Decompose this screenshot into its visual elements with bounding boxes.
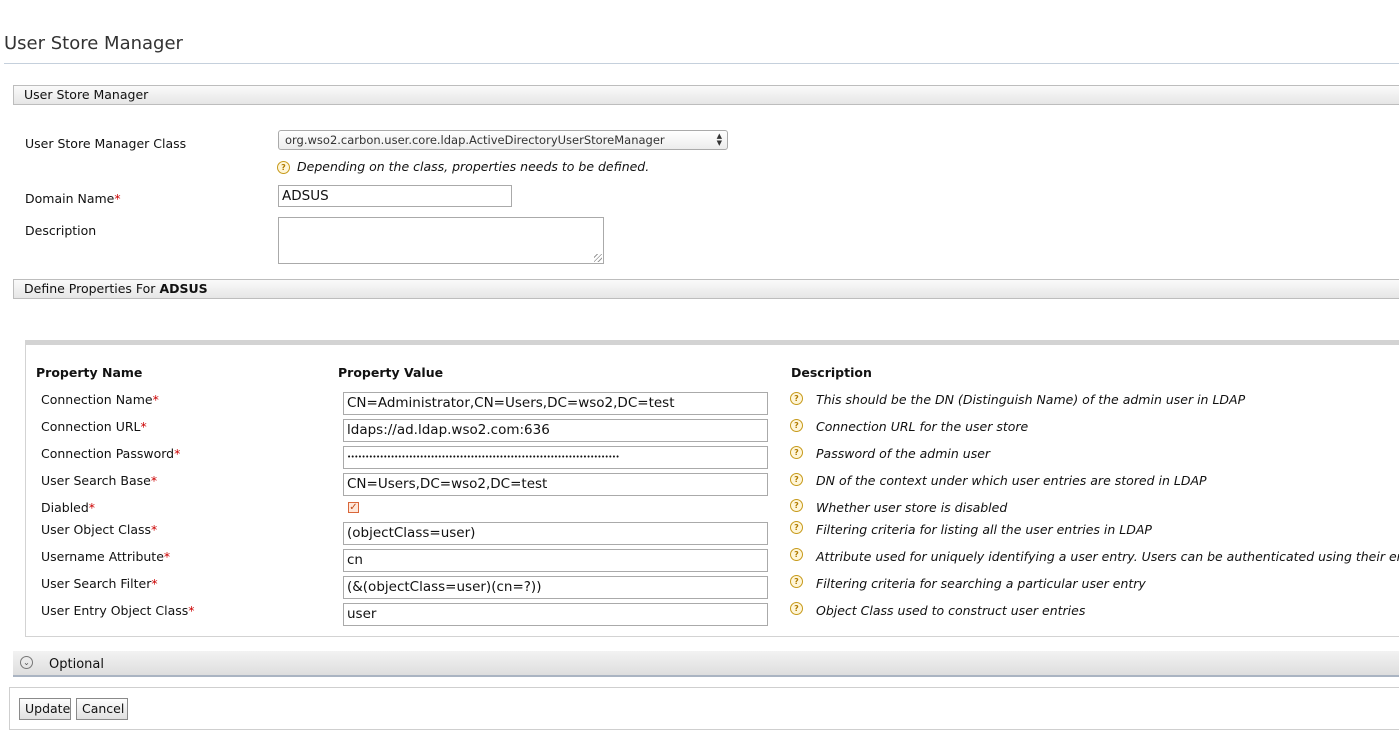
property-description: This should be the DN (Distinguish Name)… bbox=[816, 392, 1246, 407]
page-title: User Store Manager bbox=[4, 33, 183, 54]
help-icon: ? bbox=[790, 446, 803, 459]
property-label-user-search-base: User Search Base* bbox=[41, 473, 157, 488]
property-name: Connection Password bbox=[41, 446, 175, 461]
help-icon: ? bbox=[790, 419, 803, 432]
required-marker: * bbox=[140, 419, 147, 434]
property-label-user-entry-object-class: User Entry Object Class* bbox=[41, 603, 195, 618]
chevron-down-icon[interactable]: ⌄ bbox=[20, 656, 33, 669]
class-hint: Depending on the class, properties needs… bbox=[297, 159, 650, 174]
user-search-filter-input[interactable]: (&(objectClass=user)(cn=?)) bbox=[343, 576, 768, 599]
user-store-class-select[interactable]: org.wso2.carbon.user.core.ldap.ActiveDir… bbox=[278, 130, 728, 150]
property-description: Password of the admin user bbox=[816, 446, 991, 461]
button-row: Update Cancel bbox=[9, 687, 1399, 730]
property-name: Username Attribute bbox=[41, 549, 164, 564]
property-value: (&(objectClass=user)(cn=?)) bbox=[347, 579, 542, 595]
select-arrows-icon: ▲ ▼ bbox=[716, 132, 722, 147]
class-label: User Store Manager Class bbox=[25, 136, 187, 151]
disabled-checkbox[interactable]: ✓ bbox=[348, 502, 359, 513]
header-description: Description bbox=[791, 365, 872, 380]
optional-label: Optional bbox=[49, 657, 104, 672]
property-name: Diabled bbox=[41, 500, 89, 515]
description-textarea[interactable] bbox=[278, 217, 604, 264]
required-marker: * bbox=[88, 500, 96, 515]
required-marker: * bbox=[114, 191, 121, 206]
required-marker: * bbox=[151, 576, 158, 591]
help-icon: ? bbox=[790, 602, 803, 615]
help-icon: ? bbox=[790, 521, 803, 534]
property-label-connection-name: Connection Name* bbox=[41, 392, 159, 407]
required-marker: * bbox=[188, 603, 195, 618]
help-icon: ? bbox=[790, 575, 803, 588]
required-marker: * bbox=[163, 549, 171, 564]
property-description: Filtering criteria for listing all the u… bbox=[816, 522, 1152, 537]
domain-name-input[interactable]: ADSUS bbox=[278, 185, 512, 207]
property-description: Filtering criteria for searching a parti… bbox=[816, 576, 1146, 591]
property-label-connection-url: Connection URL* bbox=[41, 419, 147, 434]
property-value: (objectClass=user) bbox=[347, 525, 476, 541]
property-value: ldaps://ad.ldap.wso2.com:636 bbox=[347, 422, 550, 438]
property-label-user-object-class: User Object Class* bbox=[41, 522, 157, 537]
required-marker: * bbox=[150, 473, 158, 488]
username-attribute-input[interactable]: cn bbox=[343, 549, 768, 572]
check-icon: ✓ bbox=[349, 502, 358, 513]
section-prefix: Define Properties For bbox=[24, 281, 160, 296]
property-description: DN of the context under which user entri… bbox=[816, 473, 1207, 488]
connection-url-input[interactable]: ldaps://ad.ldap.wso2.com:636 bbox=[343, 419, 768, 442]
domain-name-value: ADSUS bbox=[282, 188, 329, 204]
property-name: User Search Base bbox=[41, 473, 151, 488]
header-property-value: Property Value bbox=[338, 365, 444, 380]
property-description: Connection URL for the user store bbox=[816, 419, 1029, 434]
property-name: User Object Class bbox=[41, 522, 152, 537]
property-value: CN=Administrator,CN=Users,DC=wso2,DC=tes… bbox=[347, 395, 675, 411]
domain-name-label-text: Domain Name bbox=[25, 191, 115, 206]
user-object-class-input[interactable]: (objectClass=user) bbox=[343, 522, 768, 545]
connection-password-input[interactable]: ••••••••••••••••••••••••••••••••••••••••… bbox=[343, 446, 768, 469]
help-icon: ? bbox=[277, 161, 290, 174]
cancel-button[interactable]: Cancel bbox=[76, 698, 128, 720]
optional-section-toggle[interactable]: ⌄ Optional bbox=[13, 651, 1399, 677]
required-marker: * bbox=[151, 522, 158, 537]
help-icon: ? bbox=[790, 473, 803, 486]
domain-name-label: Domain Name* bbox=[25, 191, 121, 206]
help-icon: ? bbox=[790, 499, 803, 512]
section-domain: ADSUS bbox=[159, 281, 208, 296]
property-value: cn bbox=[347, 552, 363, 568]
required-marker: * bbox=[152, 392, 159, 407]
resize-grip-icon[interactable] bbox=[594, 254, 602, 262]
property-name: Connection Name bbox=[41, 392, 153, 407]
property-label-connection-password: Connection Password* bbox=[41, 446, 180, 461]
property-name: Connection URL bbox=[41, 419, 141, 434]
property-name: User Entry Object Class bbox=[41, 603, 189, 618]
property-name: User Search Filter bbox=[41, 576, 152, 591]
section-header-define-properties: Define Properties For ADSUS bbox=[13, 279, 1399, 299]
property-value: CN=Users,DC=wso2,DC=test bbox=[347, 476, 548, 492]
help-icon: ? bbox=[790, 392, 803, 405]
property-description: Whether user store is disabled bbox=[816, 500, 1008, 515]
header-property-name: Property Name bbox=[36, 365, 143, 380]
property-label-user-search-filter: User Search Filter* bbox=[41, 576, 158, 591]
user-search-base-input[interactable]: CN=Users,DC=wso2,DC=test bbox=[343, 473, 768, 496]
property-label-disabled: Diabled* bbox=[41, 500, 95, 515]
property-description: Object Class used to construct user entr… bbox=[816, 603, 1086, 618]
property-description: Attribute used for uniquely identifying … bbox=[816, 549, 1399, 564]
property-value: user bbox=[347, 606, 377, 622]
update-button[interactable]: Update bbox=[19, 698, 71, 720]
user-entry-object-class-input[interactable]: user bbox=[343, 603, 768, 626]
required-marker: * bbox=[174, 446, 181, 461]
property-label-username-attribute: Username Attribute* bbox=[41, 549, 170, 564]
description-label: Description bbox=[25, 223, 97, 238]
select-value: org.wso2.carbon.user.core.ldap.ActiveDir… bbox=[285, 133, 665, 147]
connection-name-input[interactable]: CN=Administrator,CN=Users,DC=wso2,DC=tes… bbox=[343, 392, 768, 415]
section-title: User Store Manager bbox=[24, 87, 149, 102]
property-value: ••••••••••••••••••••••••••••••••••••••••… bbox=[347, 453, 620, 461]
title-divider bbox=[4, 63, 1399, 64]
help-icon: ? bbox=[790, 548, 803, 561]
section-header-user-store-manager: User Store Manager bbox=[13, 85, 1399, 105]
